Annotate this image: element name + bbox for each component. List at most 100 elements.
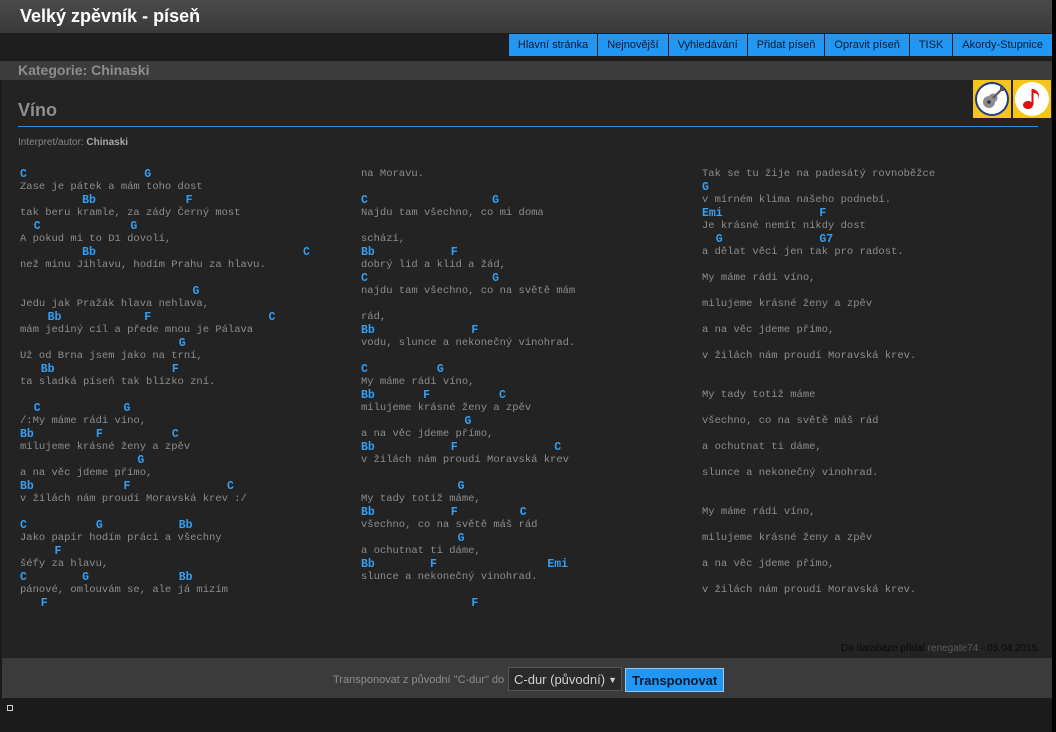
lyric-line: My tady totiž máme, <box>361 493 481 505</box>
lyric-line: mám jediný cíl a přede mnou je Pálava <box>20 324 254 336</box>
lyric-line: Najdu tam všechno, co mi doma <box>361 207 544 219</box>
chord-line: G <box>361 532 465 545</box>
lyric-line: rád, <box>361 311 387 323</box>
added-date: - 05.04.2015. <box>978 643 1040 654</box>
nav-item[interactable]: Opravit píseň <box>824 34 909 56</box>
lyric-line: vodu, slunce a nekonečný vinohrad. <box>361 337 576 349</box>
chord-line: C G <box>361 363 444 376</box>
nav-item[interactable]: Nejnovější <box>597 34 668 56</box>
lyric-line <box>702 428 935 441</box>
chord-line: Bb F Emi <box>361 558 569 571</box>
chord-line: C G <box>361 272 500 285</box>
lyric-line: Jedu jak Pražák hlava nehlava, <box>20 298 210 310</box>
nav-item[interactable]: Hlavní stránka <box>507 34 598 56</box>
lyrics-column-2: na Moravu. C G Najdu tam všechno, co mi do… <box>361 168 575 610</box>
nav-item[interactable]: TISK <box>908 34 953 56</box>
lyric-line: v mírném klima našeho podnebí. <box>702 194 892 206</box>
site-title[interactable]: Velký zpěvník - píseň <box>20 6 200 27</box>
lyric-line: My tady totiž máme <box>702 389 816 401</box>
lyric-line: milujeme krásné ženy a zpěv <box>361 402 532 414</box>
chord-line: G <box>361 415 472 428</box>
lyric-line <box>702 480 935 493</box>
nav-item[interactable]: Vyhledávání <box>667 34 747 56</box>
lyric-line <box>702 571 935 584</box>
author-name[interactable]: Chinaski <box>86 137 128 148</box>
lyric-line: všechno, co na světě máš rád <box>361 519 538 531</box>
lyric-line <box>361 467 575 480</box>
chord-line: F <box>361 597 479 610</box>
added-by-note: Do databáze přidal renegate74 - 05.04.20… <box>841 643 1040 654</box>
chord-line: Bb F C <box>361 506 527 519</box>
lyric-line: My máme rádi víno, <box>361 376 475 388</box>
tool-icons <box>973 80 1051 118</box>
lyric-line <box>361 298 575 311</box>
chord-line: Bb C <box>20 246 310 259</box>
lyric-line: v žilách nám proudí Moravská krev. <box>702 350 917 362</box>
chord-line: Bb F C <box>20 480 234 493</box>
lyric-line: A pokud mi to D1 dovolí, <box>20 233 172 245</box>
chord-line: C G Bb <box>20 571 193 584</box>
song-title: Víno <box>18 100 57 120</box>
chord-line: C G <box>20 168 152 181</box>
chord-line: Bb F C <box>20 428 179 441</box>
lyric-line: a na věc jdeme přímo, <box>702 324 835 336</box>
header-bar: Velký zpěvník - píseň <box>0 0 1056 33</box>
lyrics-column-3: Tak se tu žije na padesátý rovnoběžce Gv … <box>702 168 935 597</box>
chord-line: G <box>20 337 186 350</box>
lyric-line: slunce a nekonečný vinohrad. <box>702 467 879 479</box>
chord-line: Bb F C <box>361 389 506 402</box>
added-by-user[interactable]: renegate74 <box>928 643 979 654</box>
lyric-line <box>361 181 575 194</box>
transpose-label: Transponovat z původní "C-dur" do <box>333 674 505 686</box>
chord-line: G G7 <box>702 233 834 246</box>
chord-line: F <box>20 545 62 558</box>
lyric-line <box>702 259 935 272</box>
lyric-line: šéfy za hlavu, <box>20 558 109 570</box>
chord-line: Bb F <box>20 363 179 376</box>
key-select-value: C-dur (původní) <box>514 672 606 687</box>
chord-line: Bb F C <box>20 311 276 324</box>
transpose-bar: Transponovat z původní "C-dur" do C-dur … <box>2 658 1052 698</box>
chord-line: Emi F <box>702 207 827 220</box>
lyric-line: a ochutnat ti dáme, <box>361 545 481 557</box>
nav-item[interactable]: Akordy-Stupnice <box>952 34 1052 56</box>
lyric-line <box>361 220 575 233</box>
lyric-line: Už od Brna jsem jako na trní, <box>20 350 203 362</box>
lyric-line: My máme rádi víno, <box>702 506 816 518</box>
title-divider <box>18 126 1038 127</box>
chord-line: G <box>20 454 145 467</box>
page: Velký zpěvník - píseň Hlavní stránka Nejn… <box>0 0 1056 732</box>
lyric-line: dobrý lid a klid a žád, <box>361 259 506 271</box>
lyric-line: a na věc jdeme přímo, <box>20 467 153 479</box>
lyric-line <box>702 363 935 376</box>
transpose-button[interactable]: Transponovat <box>625 668 725 692</box>
chord-line: Bb F <box>20 194 193 207</box>
chord-line: C G Bb <box>20 519 193 532</box>
key-select[interactable]: C-dur (původní) ▼ <box>508 667 622 691</box>
lyric-line: ta sladká píseň tak blízko zní. <box>20 376 216 388</box>
lyric-line: v žilách nám proudí Moravská krev. <box>702 584 917 596</box>
lyric-line <box>702 311 935 324</box>
nav-item[interactable]: Přidat píseň <box>746 34 825 56</box>
lyric-line <box>702 285 935 298</box>
nav-bar: Hlavní stránka Nejnovější Vyhledávání Přida… <box>0 33 1056 59</box>
chord-line: C G <box>361 194 500 207</box>
lyric-line: všechno, co na světě máš rád <box>702 415 879 427</box>
added-by-prefix: Do databáze přidal <box>840 643 925 654</box>
lyric-line: slunce a nekonečný vinohrad. <box>361 571 538 583</box>
scrollbar-track[interactable] <box>1052 0 1056 732</box>
lyric-line: Jako papír hodím práci a všechny <box>20 532 222 544</box>
lyric-line <box>702 493 935 506</box>
lyric-line: schází, <box>361 233 406 245</box>
lyric-line <box>702 376 935 389</box>
lyric-line: milujeme krásné ženy a zpěv <box>20 441 191 453</box>
music-note-icon[interactable] <box>1013 80 1051 118</box>
chord-line: G <box>702 181 709 194</box>
chord-line: C G <box>20 402 131 415</box>
category-bar: Kategorie: Chinaski <box>0 61 1052 80</box>
lyric-line: tak beru kramle, za zády Černý most <box>20 207 241 219</box>
lyric-line: a ochutnat ti dáme, <box>702 441 822 453</box>
chord-line: Bb F C <box>361 441 562 454</box>
lyric-line: v žilách nám proudí Moravská krev <box>361 454 569 466</box>
guitar-icon[interactable] <box>973 80 1011 118</box>
